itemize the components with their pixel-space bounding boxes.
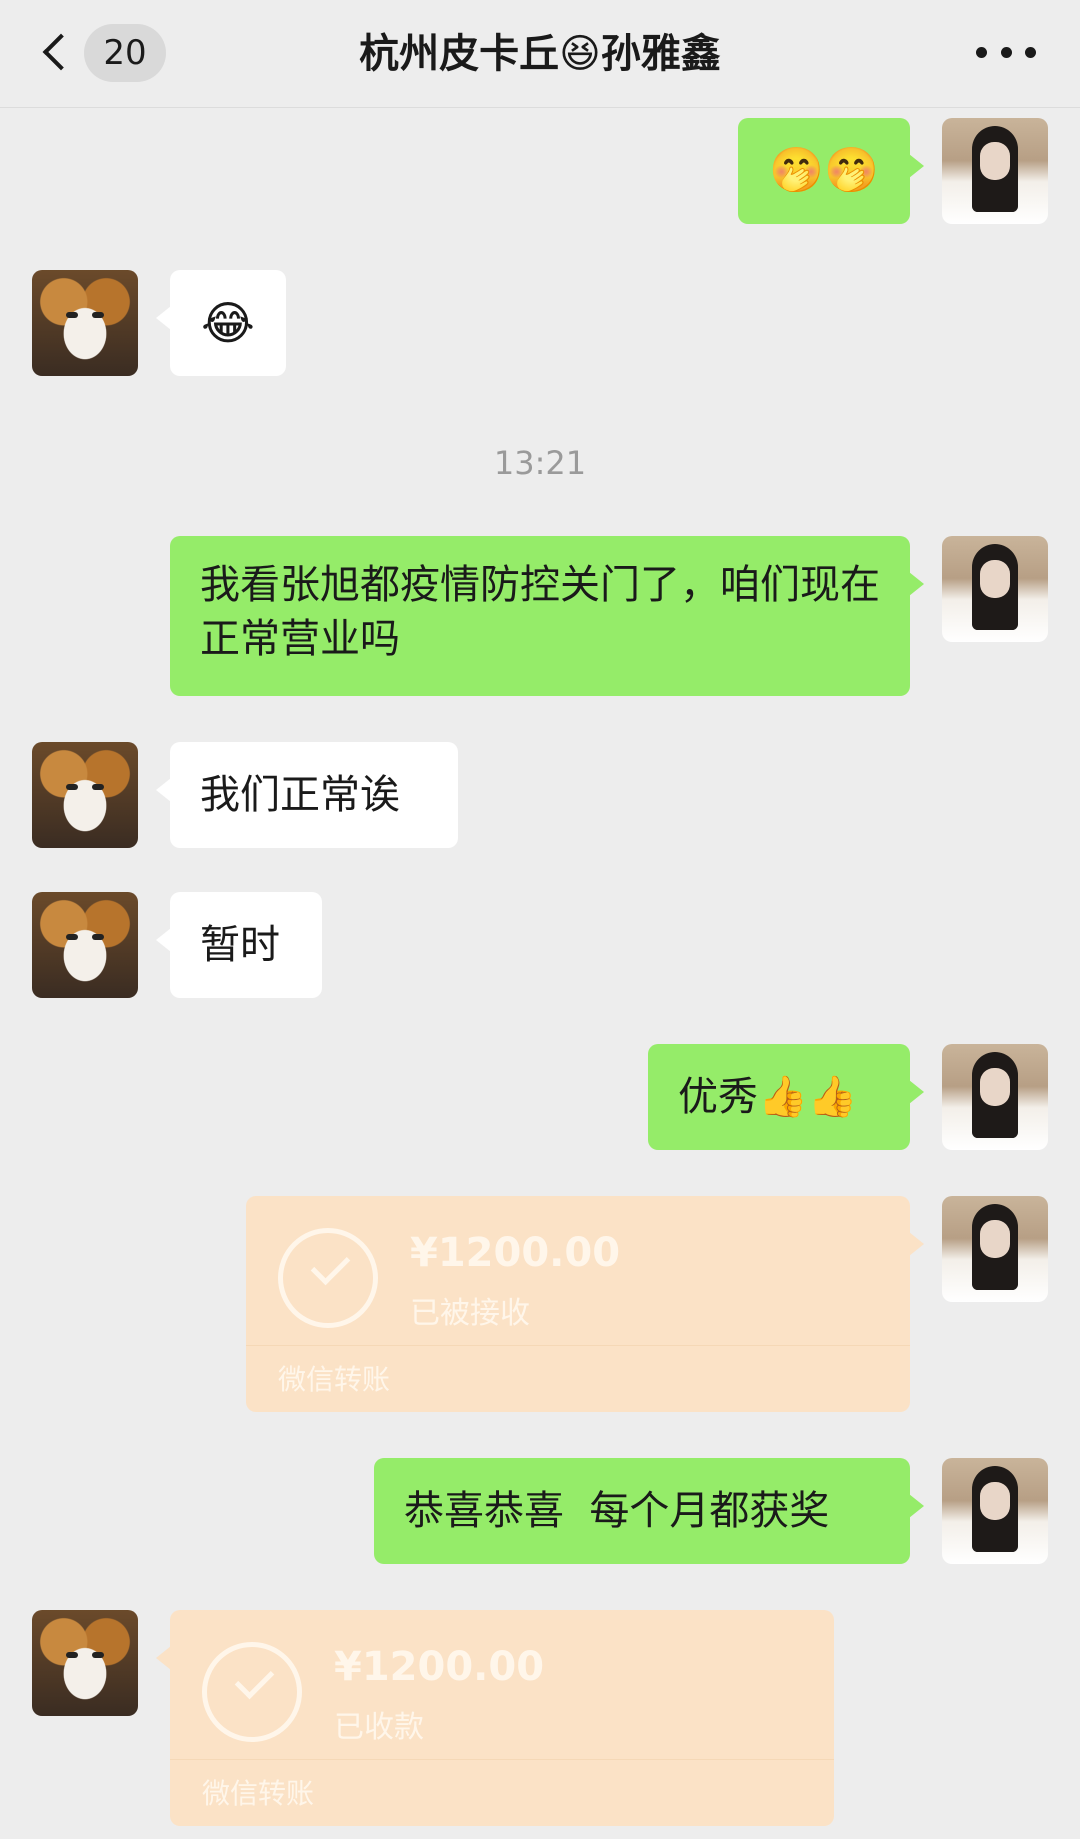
- transfer-status: 已被接收: [410, 1296, 530, 1331]
- chevron-left-icon: [42, 33, 80, 71]
- sent-message-bubble[interactable]: 优秀👍👍: [648, 1044, 924, 1150]
- my-avatar[interactable]: [942, 1196, 1048, 1302]
- transfer-card[interactable]: ¥1200.00 已被接收 微信转账: [246, 1196, 924, 1412]
- transfer-footer: 微信转账: [278, 1363, 391, 1396]
- received-message-bubble[interactable]: 😂: [156, 270, 286, 376]
- transfer-status: 已收款: [334, 1710, 424, 1745]
- sent-message-bubble[interactable]: 恭喜恭喜 每个月都获奖: [374, 1458, 924, 1564]
- chat-title: 杭州皮卡丘😆孙雅鑫: [359, 31, 721, 77]
- transfer-divider: [170, 1759, 834, 1760]
- received-message-bubble[interactable]: 我们正常诶: [156, 742, 458, 848]
- back-button[interactable]: 20: [36, 20, 176, 84]
- received-message-bubble[interactable]: 暂时: [156, 892, 322, 998]
- nav-bar: 20 杭州皮卡丘😆孙雅鑫: [0, 0, 1080, 108]
- more-options-icon[interactable]: [976, 40, 1036, 64]
- contact-avatar[interactable]: [32, 1610, 138, 1716]
- contact-avatar[interactable]: [32, 742, 138, 848]
- chat-timestamp: 13:21: [493, 444, 587, 482]
- transfer-divider: [246, 1345, 910, 1346]
- transfer-amount: ¥1200.00: [334, 1644, 545, 1690]
- transfer-card[interactable]: ¥1200.00 已收款 微信转账: [156, 1610, 834, 1826]
- unread-count-badge: 20: [84, 24, 166, 82]
- my-avatar[interactable]: [942, 1044, 1048, 1150]
- my-avatar[interactable]: [942, 536, 1048, 642]
- contact-avatar[interactable]: [32, 270, 138, 376]
- my-avatar[interactable]: [942, 118, 1048, 224]
- transfer-footer: 微信转账: [202, 1777, 315, 1810]
- contact-avatar[interactable]: [32, 892, 138, 998]
- my-avatar[interactable]: [942, 1458, 1048, 1564]
- sent-message-bubble[interactable]: 🤭🤭: [738, 118, 924, 224]
- check-circle-icon: [278, 1228, 378, 1328]
- transfer-amount: ¥1200.00: [410, 1230, 621, 1276]
- sent-message-bubble[interactable]: 我看张旭都疫情防控关门了，咱们现在正常营业吗: [170, 536, 924, 696]
- check-circle-icon: [202, 1642, 302, 1742]
